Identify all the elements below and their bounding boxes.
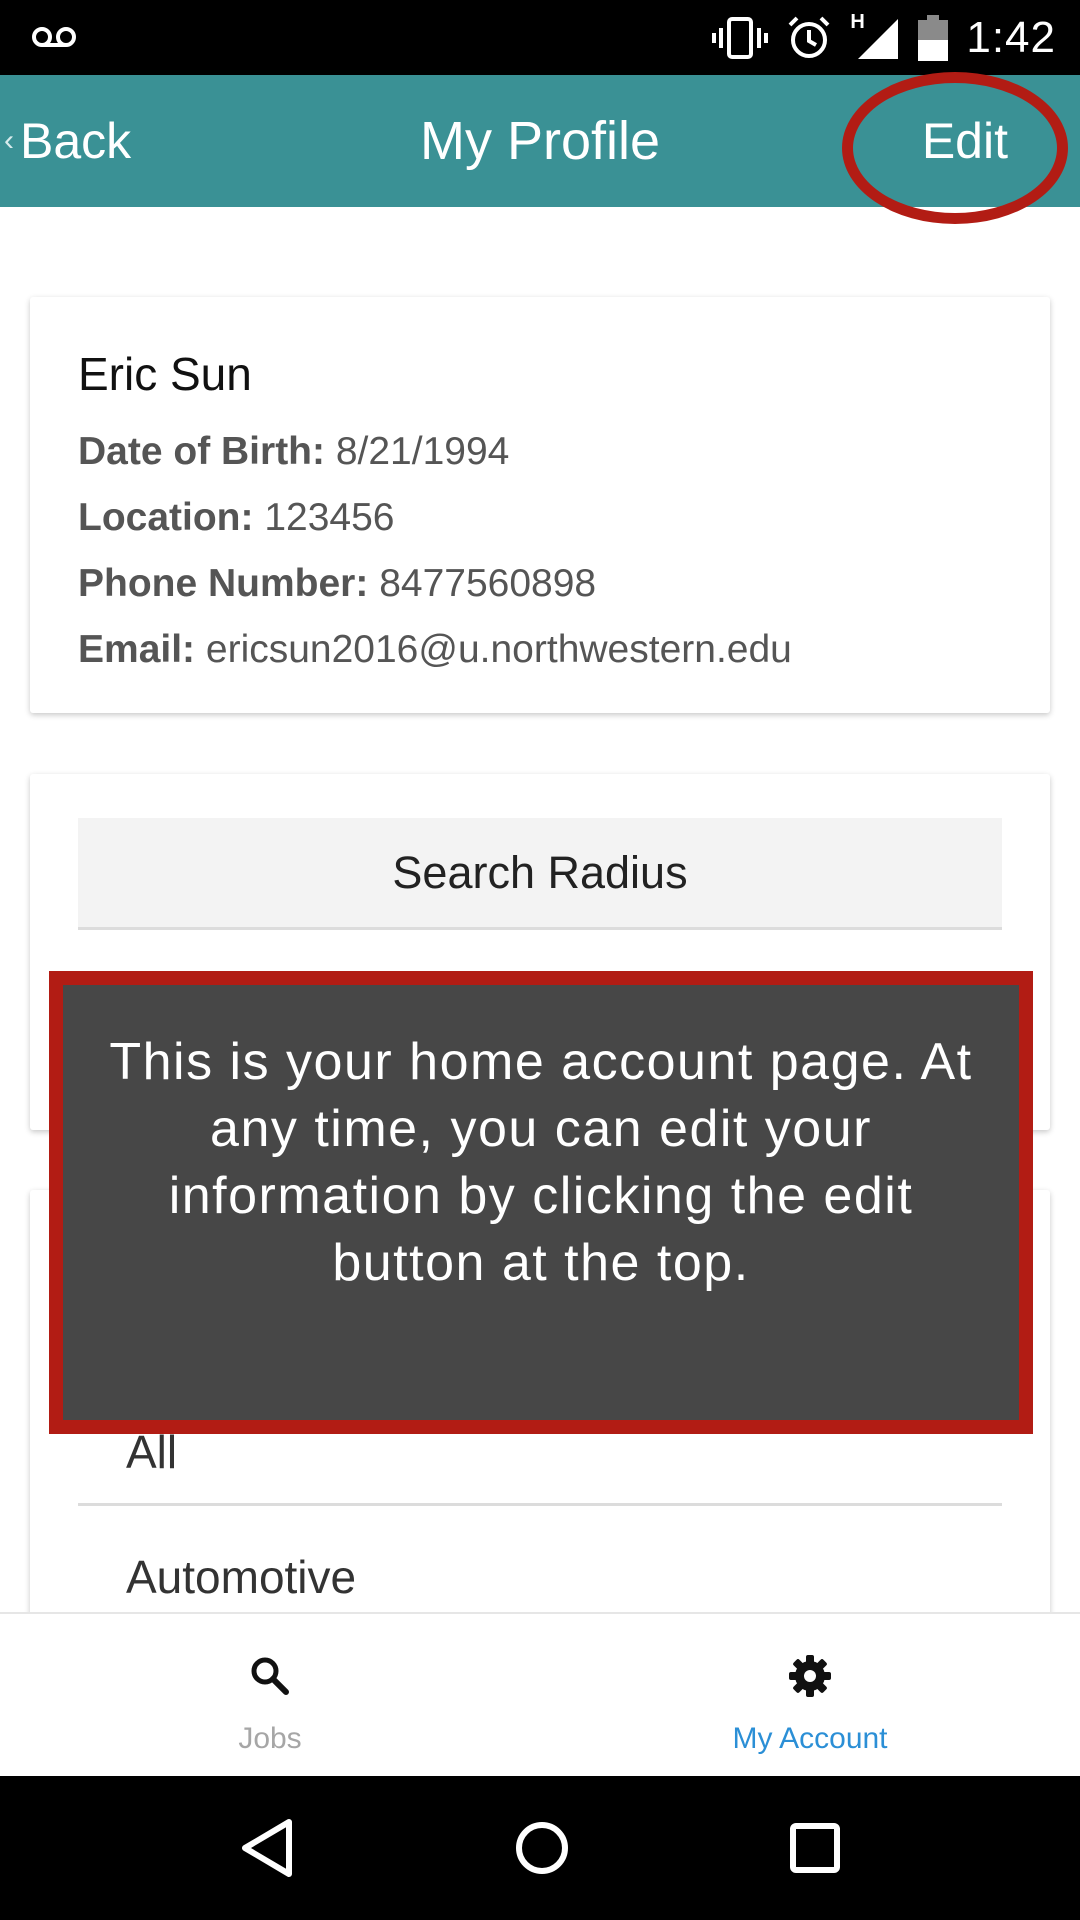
phone-label: Phone Number: xyxy=(78,562,369,605)
tutorial-overlay[interactable]: This is your home account page. At any t… xyxy=(49,971,1033,1434)
profile-name: Eric Sun xyxy=(78,348,252,400)
home-circle-icon[interactable] xyxy=(514,1820,570,1876)
gear-icon xyxy=(789,1655,831,1697)
tab-jobs[interactable]: Jobs xyxy=(0,1614,540,1778)
alarm-icon xyxy=(788,16,830,58)
vibrate-icon xyxy=(712,16,769,59)
tab-my-account-label: My Account xyxy=(732,1722,888,1755)
system-nav-bar xyxy=(0,1776,1080,1920)
dob-value: 8/21/1994 xyxy=(335,430,510,473)
bottom-nav: Jobs My Account xyxy=(0,1612,1080,1776)
phone-row: Phone Number: 8477560898 xyxy=(78,551,1002,617)
battery-icon xyxy=(918,14,949,61)
tab-my-account[interactable]: My Account xyxy=(540,1614,1080,1778)
category-item-automotive[interactable]: Automotive xyxy=(78,1550,1002,1604)
search-radius-header[interactable]: Search Radius xyxy=(78,818,1002,930)
search-icon xyxy=(251,1657,289,1695)
edit-highlight-circle xyxy=(842,72,1068,224)
email-label: Email: xyxy=(78,628,196,671)
status-bar: H 1:42 xyxy=(0,0,1080,75)
email-value: ericsun2016@u.northwestern.edu xyxy=(205,628,792,671)
dob-label: Date of Birth: xyxy=(78,430,325,473)
dob-row: Date of Birth: 8/21/1994 xyxy=(78,419,1002,485)
phone-value: 8477560898 xyxy=(379,562,597,605)
signal-icon: H xyxy=(850,11,900,61)
network-type-label: H xyxy=(850,10,865,33)
voicemail-icon xyxy=(32,27,76,47)
location-row: Location: 123456 xyxy=(78,485,1002,551)
location-label: Location: xyxy=(78,496,254,539)
tab-jobs-label: Jobs xyxy=(238,1722,302,1755)
back-triangle-icon[interactable] xyxy=(239,1818,295,1878)
profile-card: Eric Sun Date of Birth: 8/21/1994 Locati… xyxy=(30,297,1050,713)
location-value: 123456 xyxy=(264,496,395,539)
recents-square-icon[interactable] xyxy=(789,1822,841,1874)
status-time: 1:42 xyxy=(966,12,1056,62)
tutorial-text: This is your home account page. At any t… xyxy=(109,1032,973,1292)
email-row: Email: ericsun2016@u.northwestern.edu xyxy=(78,617,1002,683)
